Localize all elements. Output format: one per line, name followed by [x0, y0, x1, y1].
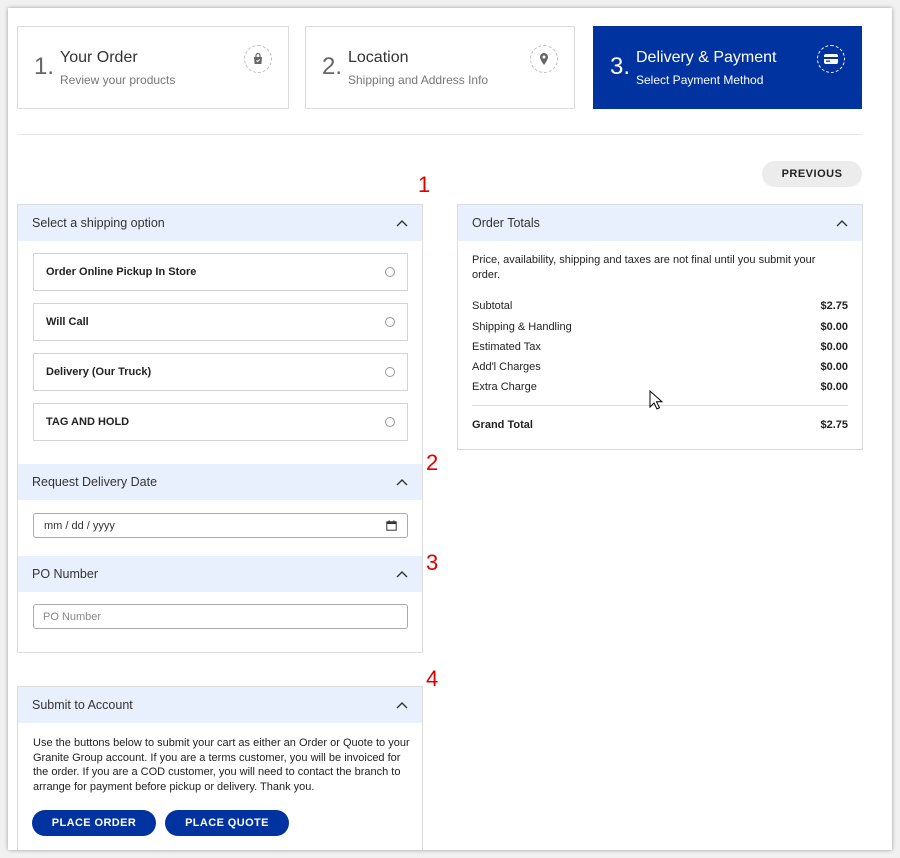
shipping-option-label: Delivery (Our Truck): [46, 366, 152, 378]
place-order-button[interactable]: PLACE ORDER: [32, 810, 156, 836]
order-totals-panel: Order Totals Price, availability, shippi…: [457, 204, 863, 450]
chevron-up-icon: [836, 220, 848, 227]
step-subtitle: Select Payment Method: [636, 73, 764, 87]
place-quote-button[interactable]: PLACE QUOTE: [165, 810, 289, 836]
submit-account-header[interactable]: Submit to Account: [18, 687, 422, 723]
totals-row-value: $0.00: [820, 321, 848, 333]
shipping-option-header[interactable]: Select a shipping option: [18, 205, 422, 241]
radio-button[interactable]: [385, 267, 395, 277]
step-title: Your Order: [60, 49, 138, 66]
totals-row: Subtotal $2.75: [472, 300, 848, 312]
order-totals-title: Order Totals: [472, 216, 540, 230]
step-title: Location: [348, 49, 409, 66]
totals-row-value: $0.00: [820, 361, 848, 373]
order-totals-header[interactable]: Order Totals: [458, 205, 862, 241]
radio-button[interactable]: [385, 417, 395, 427]
shipping-option-title: Select a shipping option: [32, 216, 165, 230]
po-number-header[interactable]: PO Number: [18, 556, 422, 592]
totals-row-label: Extra Charge: [472, 381, 537, 393]
radio-button[interactable]: [385, 317, 395, 327]
totals-row-value: $0.00: [820, 381, 848, 393]
grand-total-value: $2.75: [820, 419, 848, 431]
submit-instructions: Use the buttons below to submit your car…: [33, 737, 410, 793]
step-number: 2.: [322, 53, 343, 80]
totals-row-label: Add'l Charges: [472, 361, 541, 373]
step-your-order[interactable]: 1. Your Order Review your products: [17, 26, 289, 109]
shipping-option-pickup[interactable]: Order Online Pickup In Store: [33, 253, 408, 291]
date-placeholder: mm / dd / yyyy: [44, 519, 115, 532]
shipping-option-label: Will Call: [46, 316, 89, 328]
totals-notice: Price, availability, shipping and taxes …: [472, 254, 816, 281]
annotation-1: 1: [418, 172, 431, 197]
chevron-up-icon: [396, 220, 408, 227]
totals-row-label: Shipping & Handling: [472, 321, 572, 333]
grand-total-label: Grand Total: [472, 419, 533, 431]
mouse-cursor-icon: [649, 390, 663, 410]
checkout-options-panel: Select a shipping option Order Online Pi…: [17, 204, 423, 653]
chevron-up-icon: [396, 479, 408, 486]
step-divider: [17, 134, 863, 135]
shipping-option-label: TAG AND HOLD: [46, 416, 130, 428]
totals-row-value: $0.00: [820, 341, 848, 353]
shipping-option-will-call[interactable]: Will Call: [33, 303, 408, 341]
totals-row-value: $2.75: [820, 300, 848, 312]
checkout-page: 1. Your Order Review your products 2. Lo…: [8, 8, 892, 850]
totals-row: Estimated Tax $0.00: [472, 341, 848, 353]
grand-total-row: Grand Total $2.75: [472, 419, 848, 431]
shipping-option-delivery[interactable]: Delivery (Our Truck): [33, 353, 408, 391]
delivery-date-input[interactable]: mm / dd / yyyy: [33, 513, 408, 538]
credit-card-icon: [817, 45, 845, 73]
po-number-title: PO Number: [32, 567, 98, 581]
step-subtitle: Shipping and Address Info: [348, 73, 489, 87]
radio-button[interactable]: [385, 367, 395, 377]
step-delivery-payment[interactable]: 3. Delivery & Payment Select Payment Met…: [593, 26, 862, 109]
shipping-option-label: Order Online Pickup In Store: [46, 266, 197, 278]
chevron-up-icon: [396, 571, 408, 578]
delivery-date-title: Request Delivery Date: [32, 475, 158, 489]
step-location[interactable]: 2. Location Shipping and Address Info: [305, 26, 575, 109]
annotation-4: 4: [426, 666, 439, 691]
previous-button[interactable]: PREVIOUS: [762, 161, 862, 187]
totals-row: Shipping & Handling $0.00: [472, 321, 848, 333]
step-title: Delivery & Payment: [636, 49, 777, 66]
submit-account-panel: Submit to Account Use the buttons below …: [17, 686, 423, 850]
map-pin-icon: [530, 45, 558, 73]
totals-row: Add'l Charges $0.00: [472, 361, 848, 373]
annotation-2: 2: [426, 450, 439, 475]
delivery-date-header[interactable]: Request Delivery Date: [18, 464, 422, 500]
annotation-3: 3: [426, 550, 439, 575]
step-number: 1.: [34, 53, 55, 80]
shopping-bag-icon: [244, 45, 272, 73]
chevron-up-icon: [396, 702, 408, 709]
totals-row-label: Estimated Tax: [472, 341, 541, 353]
step-number: 3.: [610, 53, 631, 80]
po-number-input[interactable]: [33, 604, 408, 629]
totals-row-label: Subtotal: [472, 300, 513, 312]
calendar-icon[interactable]: [386, 520, 397, 531]
step-subtitle: Review your products: [60, 73, 176, 87]
submit-account-title: Submit to Account: [32, 698, 133, 712]
shipping-option-tag-and-hold[interactable]: TAG AND HOLD: [33, 403, 408, 441]
